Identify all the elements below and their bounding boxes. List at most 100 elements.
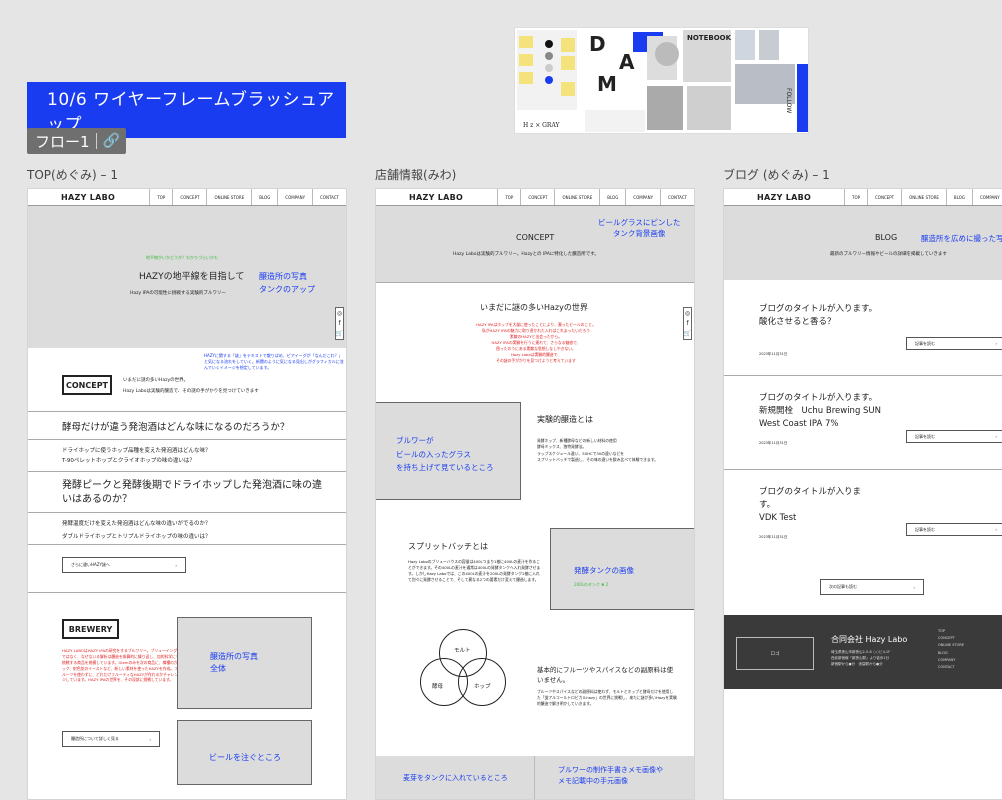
footer-link-contact[interactable]: CONTACT [938, 664, 964, 671]
moodboard-letter: D [589, 32, 606, 56]
fruit-text: ブルーツやスパイスなどの副原料は使わず、モルトとホップと酵母だけを使用した「蛍ア… [537, 689, 677, 707]
flow-label: フロー1 [35, 132, 90, 151]
shop-concept-note: ビールグラスにピンした タンク背景画像 [598, 218, 681, 239]
frame-title-blog[interactable]: ブログ (めぐみ) – 1 [723, 166, 830, 183]
moodboard-image[interactable]: D A M NOTEBOOK FOLLOW H z × GRAY [514, 27, 809, 134]
brewery-more-label: 醸造所について詳しく見る [71, 736, 119, 741]
nav-logo[interactable]: HAZY LABO [28, 193, 148, 202]
nav-item-top[interactable]: TOP [497, 189, 520, 205]
venn-label-malt: モルト [454, 648, 471, 654]
nav-item-blog[interactable]: BLOG [251, 189, 277, 205]
chevron-right-icon: › [995, 527, 997, 532]
question-1: 酵母だけが違う発泡酒はどんな味になるのだろうか？ [62, 422, 290, 433]
bottom-right-note: ブルワーの制作手書きメモ画像や メモ記載中の手元画像 [558, 766, 663, 786]
blog-post-title[interactable]: ブログのタイトルが入ります。 新規開栓 Uchu Brewing SUN Wes… [759, 392, 881, 430]
nav-item-contact[interactable]: CONTACT [312, 189, 346, 205]
fruit-heading: 基本的にフルーツやスパイスなどの副原料は使いません。 [537, 666, 674, 685]
nav-item-concept[interactable]: CONCEPT [172, 189, 206, 205]
venn-label-yeast: 酵母 [432, 684, 444, 690]
hero-small-note: 地平線がいかどうか？わかりづらいかも [146, 255, 218, 260]
question-3: 発酵ピークと発酵後期でドライホップした発泡酒に味の違いはあるのか？ [62, 480, 322, 505]
frame-title-shop[interactable]: 店舗情報(みわ) [375, 166, 456, 183]
read-post-label: 記事を読む [915, 526, 935, 532]
blog-post-title[interactable]: ブログのタイトルが入ります。 酸化させると香る？ [759, 303, 877, 329]
nav-item-concept[interactable]: CONCEPT [867, 189, 901, 205]
nav-item-company[interactable]: COMPANY [625, 189, 660, 205]
brewery-text: HAZY LABOはHAZY IPAの研究をするブルワリー。ブリューイングではな… [62, 648, 180, 683]
concept-label: CONCEPT [62, 375, 112, 395]
mystery-heading: いまだに謎の多いHazyの世界 [480, 303, 588, 312]
brewery-more-button[interactable]: 醸造所について詳しく見る › [62, 731, 160, 747]
moodboard-letter: M [597, 72, 617, 96]
nav-item-company[interactable]: COMPANY [277, 189, 312, 205]
concept-line-1: いまだに謎の多いHazyの世界。 [123, 378, 189, 383]
blog-post-title[interactable]: ブログのタイトルが入りま す。 VDK Test [759, 486, 861, 524]
nav-item-blog[interactable]: BLOG [599, 189, 625, 205]
footer-link-top[interactable]: TOP [938, 628, 964, 635]
more-mysteries-button[interactable]: さらに違いHAZY謎へ › [62, 557, 186, 573]
link-icon[interactable]: 🔗 [103, 133, 120, 149]
nav-item-top[interactable]: TOP [149, 189, 172, 205]
frame-shop[interactable]: HAZY LABO TOP CONCEPT ONLINE STORE BLOG … [375, 188, 695, 800]
brewer-glass-note: ブルワーが ビールの入ったグラス を持ち上げて見ているところ [396, 436, 494, 472]
concept-line-2: Hazy Laboは実験的醸造で、その謎の手がかりを見つけていきます [123, 389, 259, 394]
instagram-icon[interactable]: ◎ [337, 310, 342, 317]
global-nav: HAZY LABO TOP CONCEPT ONLINE STORE BLOG … [28, 189, 346, 206]
global-nav: HAZY LABO TOP CONCEPT ONLINE STORE BLOG … [376, 189, 694, 206]
read-post-button[interactable]: 記事を読む › [906, 337, 1002, 350]
frame-blog[interactable]: HAZY LABO TOP CONCEPT ONLINE STORE BLOG … [723, 188, 1002, 800]
footer-link-concept[interactable]: CONCEPT [938, 635, 964, 642]
nav-item-online-store[interactable]: ONLINE STORE [554, 189, 599, 205]
blog-sub: 最新のブルワリー情報やビールの詳細を掲載していきます [830, 252, 947, 257]
split-text: Hazy Laboのブリューハウスの容量は400Lつまり1基に400Lの麦汁を作… [408, 559, 541, 583]
read-post-button[interactable]: 記事を読む › [906, 523, 1002, 536]
cart-icon[interactable]: 🛒 [684, 330, 691, 337]
blog-post-date: 2023年11月31日 [759, 441, 788, 445]
next-posts-button[interactable]: 次の記事も読む › [820, 579, 924, 595]
footer-logo-placeholder[interactable]: ロゴ [736, 637, 814, 670]
hero-subheading: Hazy IPAの可能性に挑戦する実験的ブルワリー [130, 291, 226, 296]
venn-label-hop: ホップ [474, 684, 491, 690]
facebook-icon[interactable]: f [686, 320, 688, 327]
footer-link-company[interactable]: COMPANY [938, 657, 964, 664]
blog-post-date: 2023年11月31日 [759, 352, 788, 356]
nav-item-blog[interactable]: BLOG [945, 189, 972, 205]
nav-item-contact[interactable]: CONTACT [660, 189, 694, 205]
blog-post-date: 2023年11月31日 [759, 535, 788, 539]
moodboard-follow: FOLLOW [785, 88, 792, 114]
mystery-text: HAZY IPAはホップを大量に使ったことにより、濁ったビールのこと。 私がHA… [476, 322, 596, 364]
tank-sub-note: 200Lのタンク ✖ 2 [574, 582, 609, 587]
brewery-photo-note: 醸造所の写真 全体 [210, 652, 258, 673]
footer-company: 合同会社 Hazy Labo [831, 635, 908, 644]
nav-logo[interactable]: HAZY LABO [376, 193, 496, 202]
facebook-icon[interactable]: f [338, 320, 340, 327]
concept-note: HAZYに関する「謎」をテキストで散りばめ、ピアイーグが「なんだこれ？」と気にな… [204, 353, 344, 370]
nav-item-online-store[interactable]: ONLINE STORE [901, 189, 946, 205]
brewery-label: BREWERY [62, 619, 119, 639]
nav-item-concept[interactable]: CONCEPT [520, 189, 554, 205]
nav-item-top[interactable]: TOP [844, 189, 867, 205]
footer-links: TOP CONCEPT ONLINE STORE BLOG COMPANY CO… [938, 628, 964, 671]
footer-link-online-store[interactable]: ONLINE STORE [938, 642, 964, 649]
tank-note: 発酵タンクの画像 [574, 566, 634, 575]
read-post-label: 記事を読む [915, 433, 935, 439]
split-heading: スプリットバッチとは [408, 542, 488, 551]
nav-logo[interactable]: HAZY LABO [724, 193, 844, 202]
next-posts-label: 次の記事も読む [829, 584, 857, 589]
frame-title-top[interactable]: TOP(めぐみ) – 1 [27, 166, 118, 183]
nav-item-online-store[interactable]: ONLINE STORE [206, 189, 251, 205]
flow-badge[interactable]: フロー1 🔗 [27, 128, 126, 154]
cart-icon[interactable]: 🛒 [336, 330, 343, 337]
experimental-text: 発酵ホップ、新種酵母などの新しい材料の使用 酵母ミックス、独特発酵法。 ラップス… [537, 438, 658, 463]
blog-heading: BLOG [875, 233, 898, 242]
instagram-icon[interactable]: ◎ [685, 310, 690, 317]
nav-item-company[interactable]: COMPANY [971, 189, 1002, 205]
moodboard-letter: A [619, 50, 635, 74]
hero-note: 醸造所の写真 タンクのアップ [259, 272, 315, 294]
frame-top[interactable]: HAZY LABO TOP CONCEPT ONLINE STORE BLOG … [27, 188, 347, 800]
chevron-right-icon: › [149, 736, 151, 742]
footer-link-blog[interactable]: BLOG [938, 650, 964, 657]
read-post-button[interactable]: 記事を読む › [906, 430, 1002, 443]
shop-concept-sub: Hazy Laboは実験的ブルワリー。Hazyとの IPAに特化した醸造所です。 [453, 252, 599, 257]
question-2a: ドライホップに使うホップ品種を変えた発泡酒はどんな味？ [62, 448, 211, 454]
